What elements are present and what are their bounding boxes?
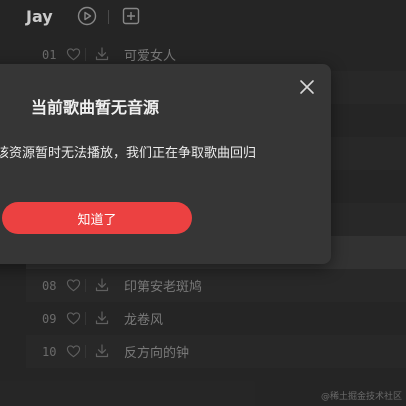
watermark: @稀土掘金技术社区: [320, 392, 402, 402]
dialog-title: 当前歌曲暂无音源: [31, 98, 160, 117]
confirm-button[interactable]: 知道了: [2, 202, 192, 234]
no-source-dialog: 当前歌曲暂无音源 该资源暂时无法播放，我们正在争取歌曲回归 知道了: [0, 64, 331, 264]
close-icon[interactable]: [298, 78, 316, 96]
dialog-message: 该资源暂时无法播放，我们正在争取歌曲回归: [0, 146, 257, 161]
